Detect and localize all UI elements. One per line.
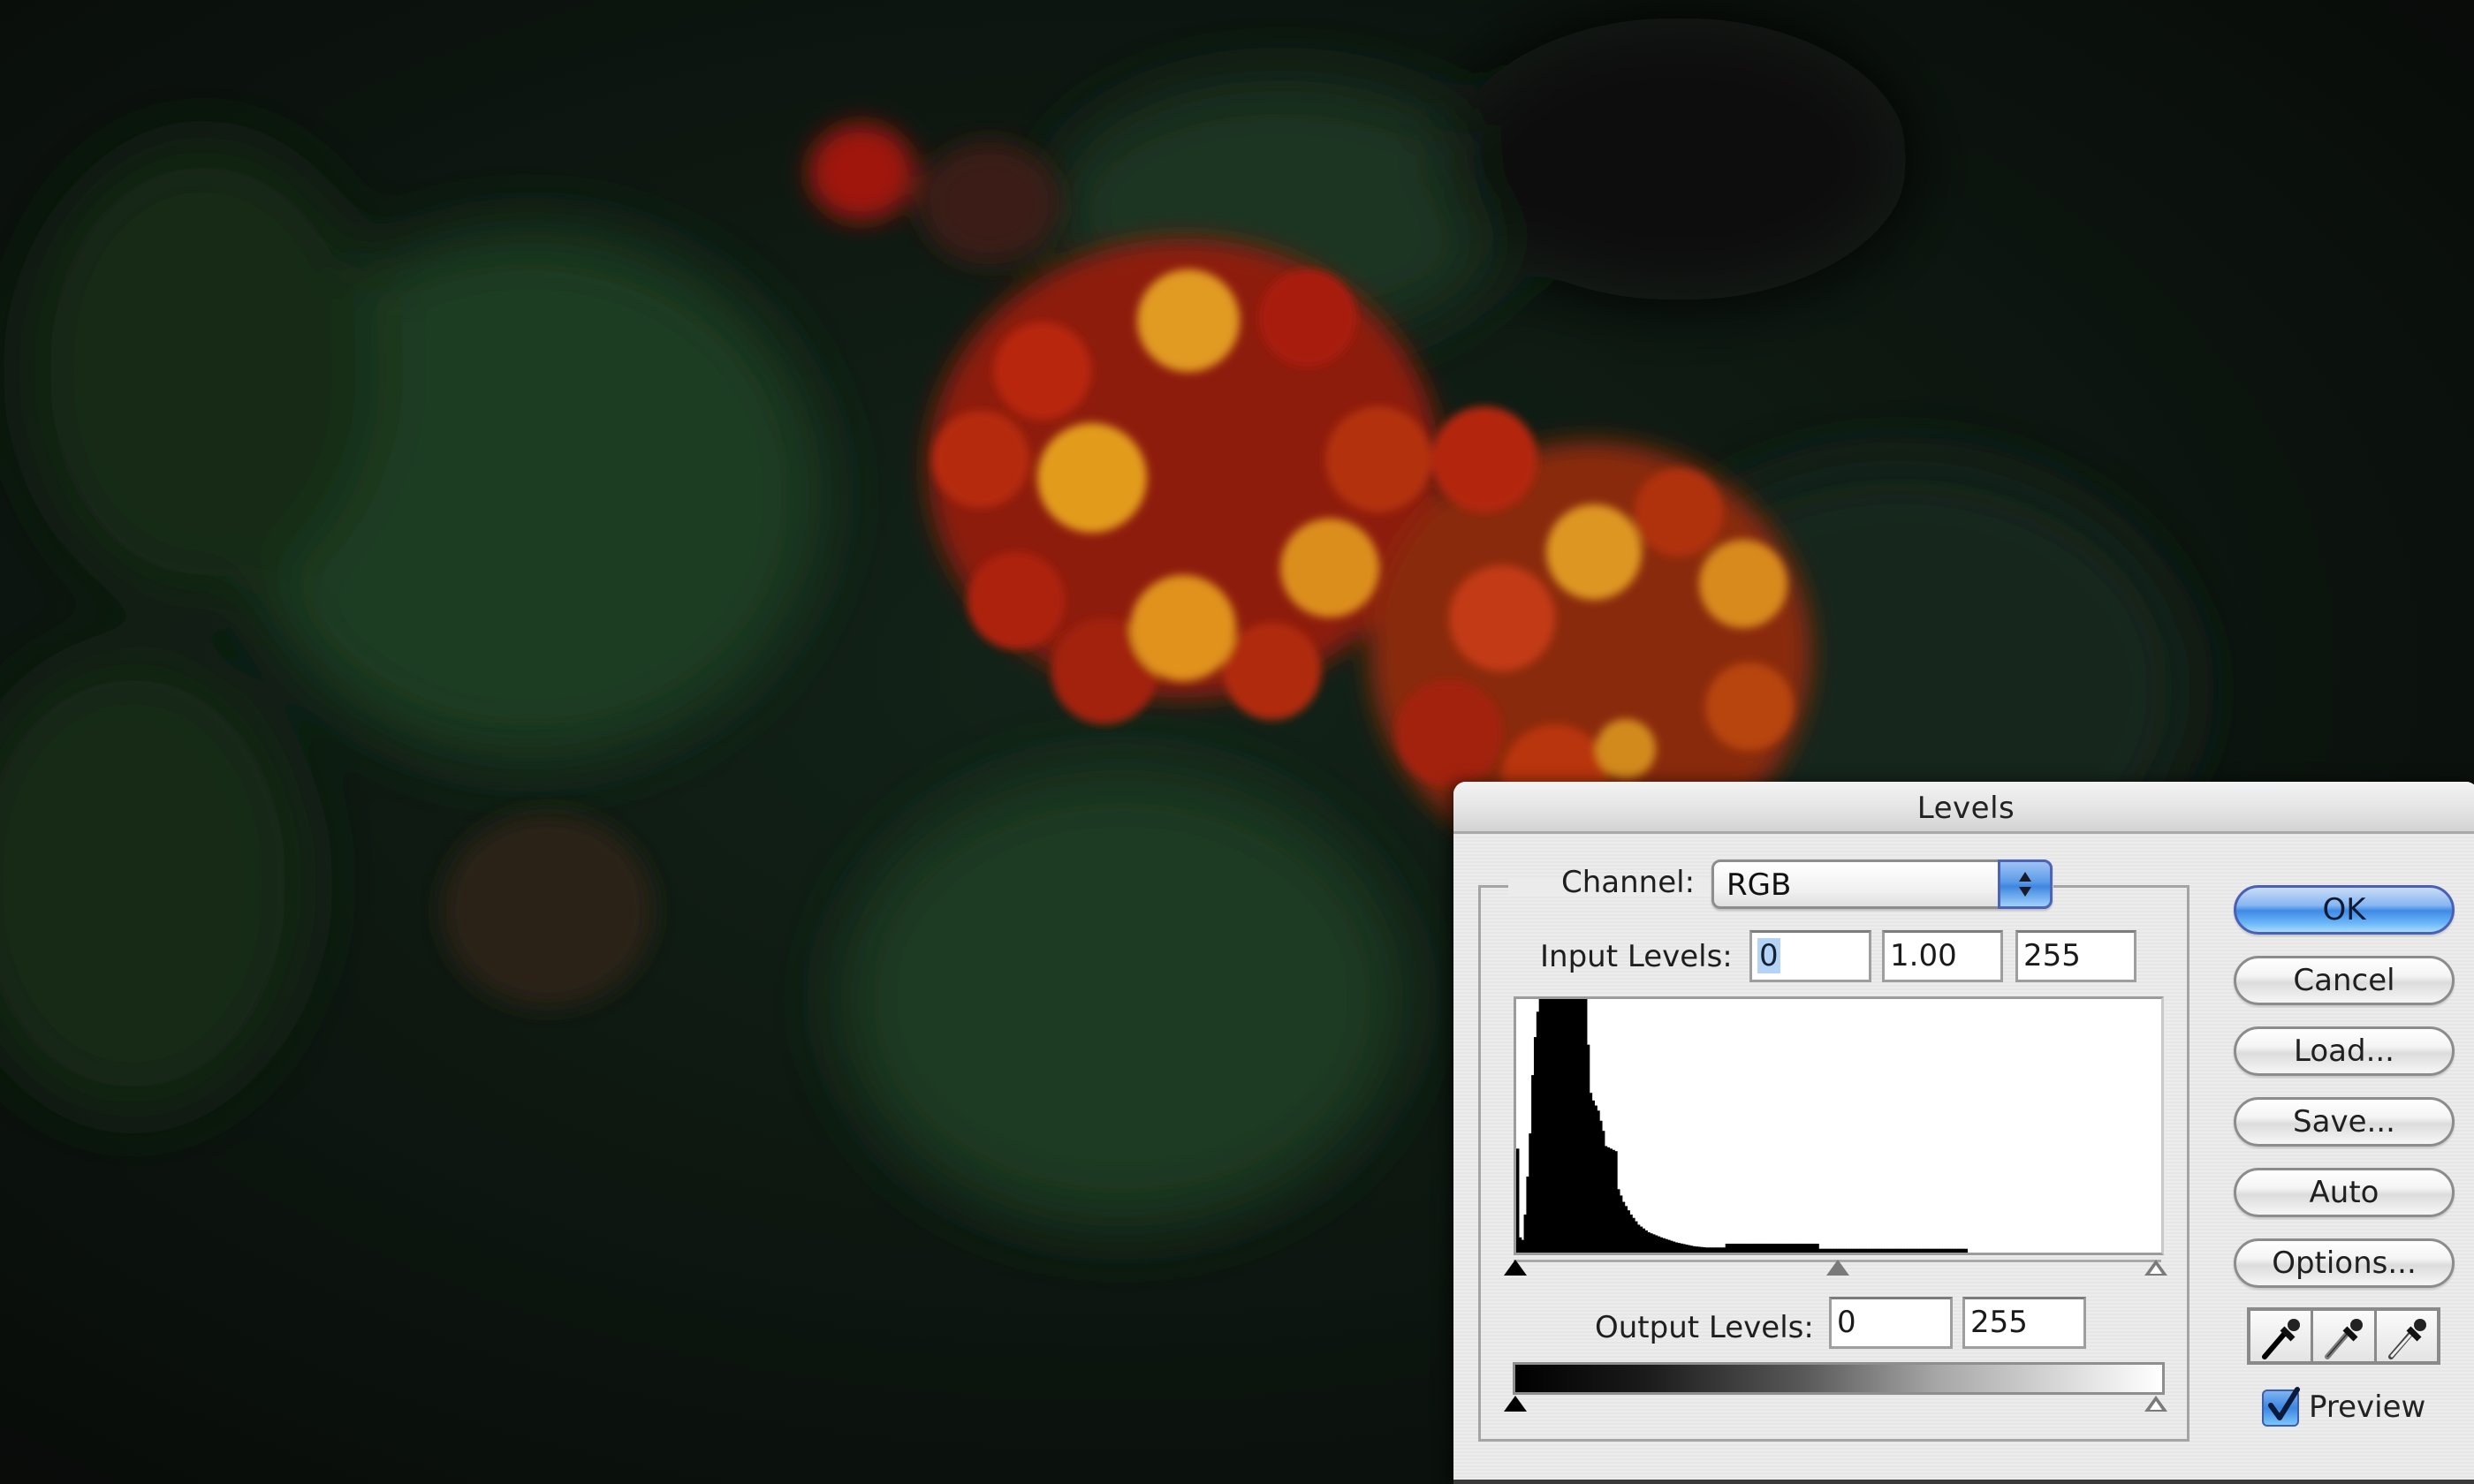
input-black-field[interactable]: 0 — [1749, 930, 1871, 982]
dialog-title: Levels — [1916, 791, 2015, 826]
eyedropper-black-icon — [2262, 1319, 2300, 1359]
select-stepper-icon — [1998, 859, 2053, 909]
output-white-field[interactable]: 255 — [1962, 1297, 2086, 1349]
gray-eyedropper-button[interactable] — [2313, 1311, 2377, 1361]
output-white-slider-handle[interactable] — [2144, 1396, 2167, 1412]
arrow-down-icon — [2019, 887, 2031, 897]
output-black-field[interactable]: 0 — [1829, 1297, 1953, 1349]
channel-select[interactable]: RGB — [1711, 859, 2053, 909]
output-levels-label: Output Levels: — [1595, 1310, 1814, 1345]
arrow-up-icon — [2019, 872, 2031, 882]
black-eyedropper-button[interactable] — [2250, 1311, 2314, 1361]
eyedropper-gray-icon — [2325, 1319, 2364, 1359]
histogram — [1514, 996, 2164, 1255]
preview-checkbox[interactable] — [2262, 1387, 2300, 1427]
checkmark-icon — [2268, 1387, 2300, 1420]
channel-label: Channel: — [1561, 865, 1696, 900]
output-black-slider-handle[interactable] — [1504, 1396, 1527, 1412]
load-button[interactable]: Load... — [2234, 1026, 2455, 1076]
input-gamma-slider-handle[interactable] — [1826, 1260, 1849, 1276]
levels-dialog: Levels Channel: RGB Input Levels: 0 1.00… — [1453, 782, 2474, 1484]
input-white-slider-handle[interactable] — [2144, 1260, 2167, 1276]
input-black-value: 0 — [1757, 938, 1780, 973]
histogram-bin — [1516, 1148, 1520, 1253]
ok-button[interactable]: OK — [2234, 885, 2455, 935]
save-button[interactable]: Save... — [2234, 1097, 2455, 1147]
input-white-field[interactable]: 255 — [2015, 930, 2136, 982]
input-levels-label: Input Levels: — [1540, 939, 1733, 974]
preview-label: Preview — [2309, 1389, 2426, 1425]
options-button[interactable]: Options... — [2234, 1238, 2455, 1288]
eyedropper-white-icon — [2387, 1319, 2426, 1359]
eyedropper-group — [2247, 1307, 2440, 1365]
dialog-titlebar[interactable]: Levels — [1453, 782, 2474, 834]
output-gradient-bar — [1513, 1362, 2165, 1395]
histogram-bin — [1964, 1248, 1969, 1253]
input-gamma-field[interactable]: 1.00 — [1882, 930, 2003, 982]
channel-value: RGB — [1726, 867, 1792, 903]
cancel-button[interactable]: Cancel — [2234, 956, 2455, 1005]
auto-button[interactable]: Auto — [2234, 1168, 2455, 1217]
white-eyedropper-button[interactable] — [2376, 1311, 2437, 1361]
input-black-slider-handle[interactable] — [1504, 1260, 1527, 1276]
